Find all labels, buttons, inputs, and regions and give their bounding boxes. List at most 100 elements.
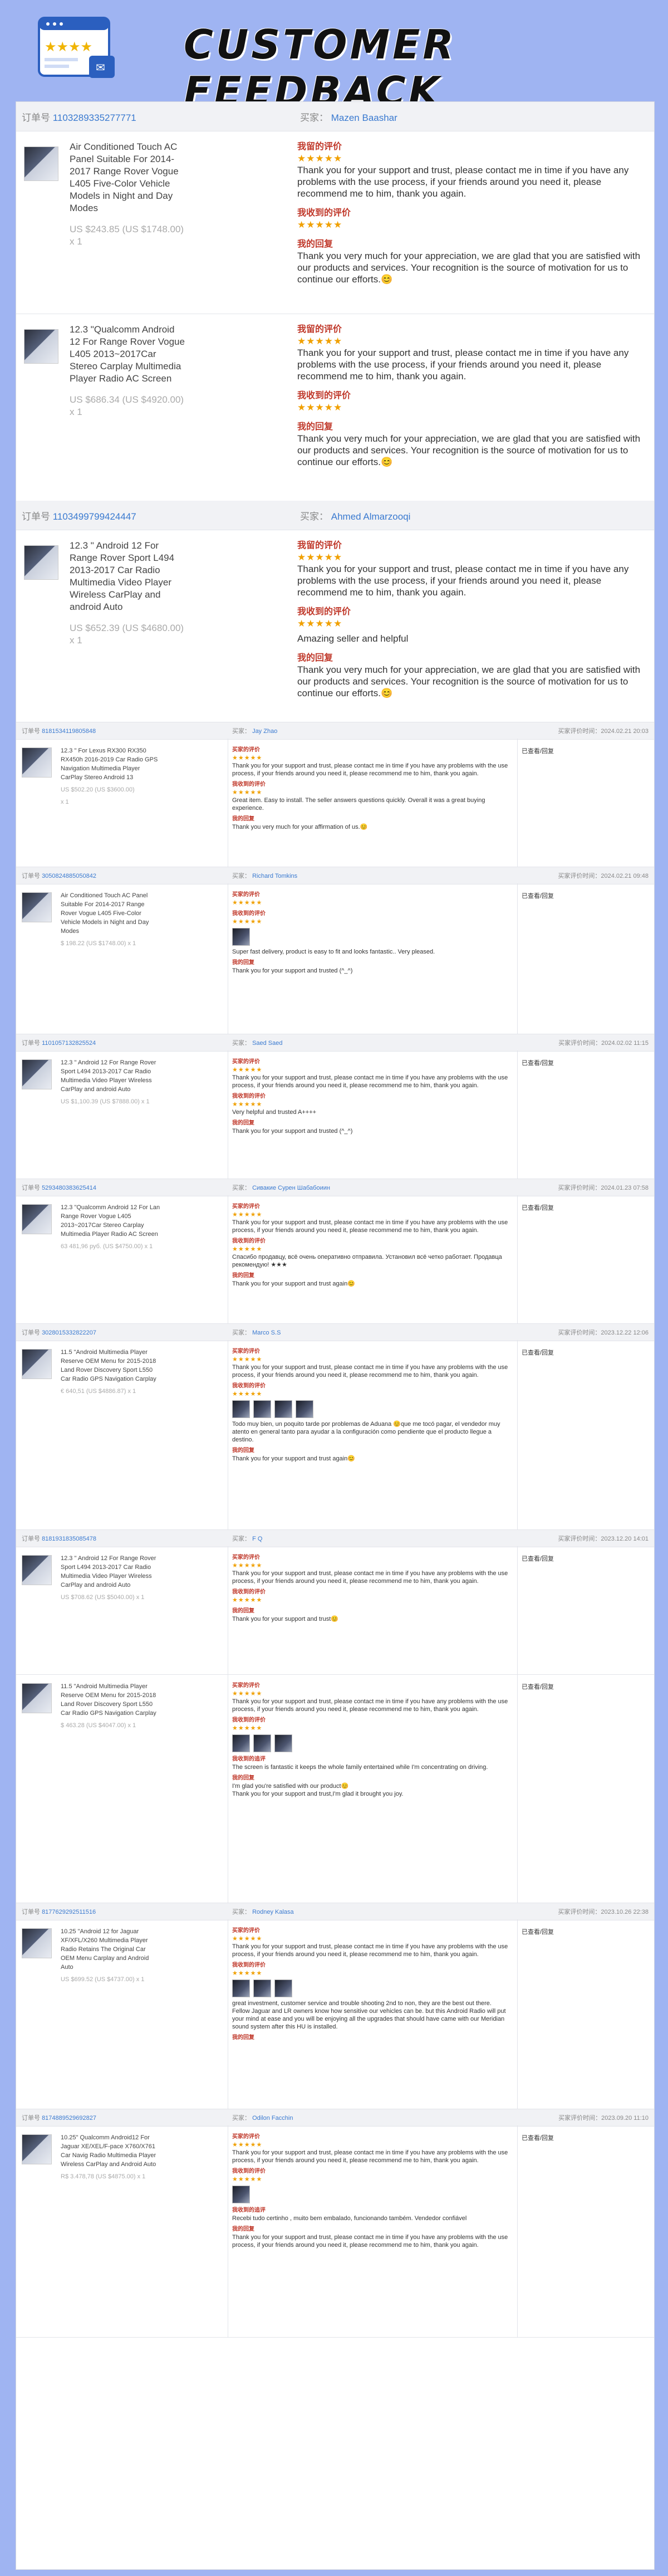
review-label: 我留的评价	[297, 142, 342, 151]
buyer-name-link[interactable]: Marco S.S	[252, 1329, 281, 1336]
replied-status: 已查看/回复	[522, 1060, 554, 1067]
review-photo[interactable]	[253, 1979, 271, 1997]
received-label: 我收到的评价	[232, 1383, 266, 1389]
product-title[interactable]: 12.3 " For Lexus RX300 RX350 RX450h 2016…	[61, 746, 161, 782]
review-column: 买家的评价 ★★★★★ Thank you for your support and…	[232, 1927, 510, 2045]
product-thumbnail[interactable]	[22, 1349, 52, 1379]
review-column: 买家的评价 ★★★★★ Thank you for your support and…	[232, 1348, 510, 1466]
review-photo[interactable]	[232, 1979, 250, 1997]
product-title[interactable]: Air Conditioned Touch AC Panel Suitable …	[61, 891, 161, 936]
product-thumbnail[interactable]	[22, 1204, 52, 1234]
reply-label: 我的回复	[232, 2035, 254, 2041]
review-photo[interactable]	[232, 2186, 250, 2203]
product-title[interactable]: 12.3 " Android 12 For Range Rover Sport …	[61, 1058, 161, 1094]
star-rating: ★★★★★	[232, 2176, 263, 2183]
buyer-name-link[interactable]: Odilon Facchin	[252, 2115, 293, 2122]
product-thumbnail[interactable]	[24, 146, 58, 181]
buyer-label: 买家：	[232, 1909, 250, 1915]
product-thumbnail[interactable]	[22, 1555, 52, 1585]
product-price: € 640,51 (US $4886.87) x 1	[61, 1388, 136, 1395]
order-number-link[interactable]: 3028015332822207	[42, 1329, 96, 1336]
review-time-value: 2023.10.26 22:38	[601, 1909, 649, 1915]
product-price: US $686.34 (US $4920.00)	[70, 394, 184, 405]
order-number-link[interactable]: 1103289335277771	[53, 113, 136, 123]
buyer-name-link[interactable]: Mazen Baashar	[331, 113, 397, 123]
buyer-name-link[interactable]: Jay Zhao	[252, 728, 277, 735]
order-section: 订单号 8181931835085478 买家： F Q 买家评价时间：2023.1…	[16, 1529, 654, 1903]
received-label: 我收到的评价	[232, 1238, 266, 1244]
product-title[interactable]: 12.3 " Android 12 For Range Rover Sport …	[70, 540, 186, 613]
order-header: 订单号 8181534119805848 买家： Jay Zhao 买家评价时间：2…	[16, 722, 654, 740]
order-section: 订单号 8177629292511516 买家： Rodney Kalasa 买家评…	[16, 1903, 654, 2109]
product-thumbnail[interactable]	[22, 2134, 52, 2164]
product-thumbnail[interactable]	[22, 747, 52, 778]
review-photo[interactable]	[274, 1734, 292, 1752]
buyer-name-link[interactable]: Rodney Kalasa	[252, 1909, 294, 1915]
review-photo[interactable]	[274, 1979, 292, 1997]
reply-label: 我的回复	[232, 960, 254, 966]
order-header: 订单号 1103289335277771 买家： Mazen Baashar	[16, 102, 654, 131]
buyer-name-link[interactable]: F Q	[252, 1536, 262, 1542]
review-photo[interactable]	[232, 928, 250, 946]
review-photo[interactable]	[232, 1400, 250, 1418]
product-quantity: x 1	[70, 407, 82, 417]
product-price: US $652.39 (US $4680.00)	[70, 623, 184, 633]
replied-status: 已查看/回复	[522, 1929, 554, 1935]
product-title[interactable]: 12.3 "Qualcomm Android 12 For Range Rove…	[70, 324, 186, 385]
review-label: 买家的评价	[232, 892, 260, 898]
review-time-value: 2024.02.02 11:15	[601, 1040, 649, 1047]
review-photo[interactable]	[253, 1400, 271, 1418]
product-title[interactable]: 12.3 "Qualcomm Android 12 For Lan Range …	[61, 1203, 161, 1239]
product-price: US $502.20 (US $3600.00)	[61, 786, 135, 793]
buyer-name: 买家： Rodney Kalasa	[232, 1907, 294, 1916]
reply-text: Thank you very much for your appreciatio…	[297, 433, 641, 467]
buyer-name-link[interactable]: Сивакие Сурен Шабабоиин	[252, 1185, 330, 1191]
reply-label: 我的回复	[232, 1448, 254, 1454]
order-item: 12.3 " Android 12 For Range Rover Sport …	[16, 530, 654, 722]
replied-status: 已查看/回复	[522, 748, 554, 755]
review-photos	[232, 2186, 510, 2203]
buyer-name-link[interactable]: Richard Tomkins	[252, 873, 297, 879]
product-title[interactable]: 10.25" Qualcomm Android12 For Jaguar XE/…	[61, 2133, 161, 2169]
order-number-link[interactable]: 1101057132825524	[42, 1040, 96, 1047]
product-info: 12.3 "Qualcomm Android 12 For Range Rove…	[70, 324, 186, 418]
star-rating: ★★★★★	[232, 1725, 263, 1732]
reply-text: Thank you for your support and trust😊	[232, 1616, 339, 1622]
review-text: Thank you for your support and trust, pl…	[232, 1074, 508, 1089]
product-title[interactable]: 12.3 " Android 12 For Range Rover Sport …	[61, 1554, 161, 1590]
product-thumbnail[interactable]	[22, 1683, 52, 1713]
order-number-link[interactable]: 8174889529692827	[42, 2115, 96, 2122]
product-thumbnail[interactable]	[22, 1059, 52, 1089]
order-item: 10.25" Qualcomm Android12 For Jaguar XE/…	[16, 2125, 654, 2338]
review-photos	[232, 1734, 510, 1752]
reply-block: 我的回复 Thank you for your support and trust…	[232, 959, 510, 975]
order-number-link[interactable]: 3050824885050842	[42, 873, 96, 879]
review-text: Thank you for your support and trust, pl…	[232, 1364, 508, 1379]
received-review: 我收到的评价 ★★★★★ Спасибо продавцу, всё очень о…	[232, 1238, 510, 1269]
order-item: 11.5 "Android Multimedia Player Reserve …	[16, 1340, 654, 1530]
order-number-link[interactable]: 5293480383625414	[42, 1185, 96, 1191]
product-thumbnail[interactable]	[24, 329, 58, 364]
order-number-link[interactable]: 8181931835085478	[42, 1536, 96, 1542]
product-thumbnail[interactable]	[22, 892, 52, 922]
order-number-link[interactable]: 1103499799424447	[53, 511, 136, 522]
review-photo[interactable]	[253, 1734, 271, 1752]
product-title[interactable]: 11.5 "Android Multimedia Player Reserve …	[61, 1682, 161, 1718]
buyer-label: 买家：	[232, 873, 250, 879]
product-title[interactable]: 10.25 "Android 12 for Jaguar XF/XFL/X260…	[61, 1927, 161, 1972]
product-thumbnail[interactable]	[24, 545, 58, 580]
review-photo[interactable]	[274, 1400, 292, 1418]
order-number-link[interactable]: 8177629292511516	[42, 1909, 96, 1915]
product-title[interactable]: Air Conditioned Touch AC Panel Suitable …	[70, 141, 186, 214]
section-divider	[16, 496, 654, 501]
review-photo[interactable]	[296, 1400, 313, 1418]
buyer-name: 买家： Marco S.S	[232, 1328, 281, 1337]
product-thumbnail[interactable]	[22, 1928, 52, 1958]
buyer-name-link[interactable]: Saed Saed	[252, 1040, 282, 1047]
product-info: 10.25" Qualcomm Android12 For Jaguar XE/…	[61, 2133, 161, 2181]
order-number-link[interactable]: 8181534119805848	[42, 728, 96, 735]
star-rating: ★★★★★	[232, 900, 263, 906]
buyer-name-link[interactable]: Ahmed Almarzooqi	[331, 511, 411, 522]
review-photo[interactable]	[232, 1734, 250, 1752]
product-title[interactable]: 11.5 "Android Multimedia Player Reserve …	[61, 1348, 161, 1384]
